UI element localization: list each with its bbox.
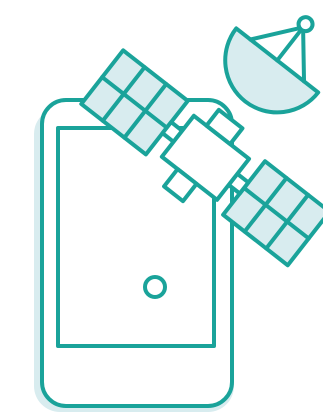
home-button-icon xyxy=(143,275,167,299)
illustration-canvas xyxy=(0,0,323,414)
phone-satellite-illustration xyxy=(34,15,323,412)
